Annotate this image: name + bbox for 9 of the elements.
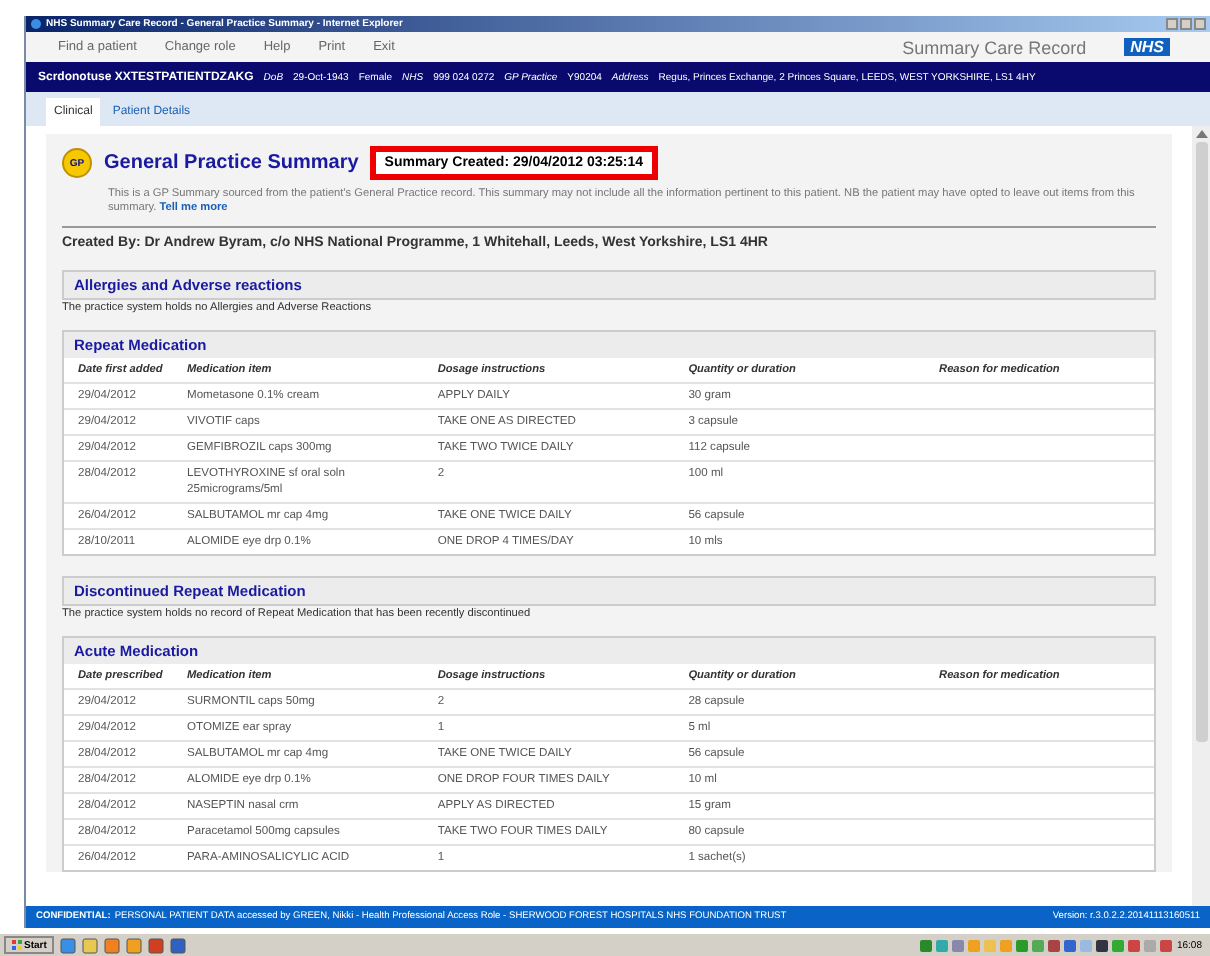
summary-title: General Practice Summary <box>104 152 359 174</box>
maximize-button[interactable] <box>1180 18 1192 30</box>
logo: NHS <box>1124 38 1170 56</box>
minimize-button[interactable] <box>1166 18 1178 30</box>
brand-title: Summary Care Record <box>902 37 1087 57</box>
scroll-up-icon[interactable] <box>1195 130 1207 138</box>
windows-logo-icon <box>12 940 22 950</box>
scrollbar[interactable] <box>1192 126 1210 906</box>
close-button[interactable] <box>1194 18 1206 30</box>
